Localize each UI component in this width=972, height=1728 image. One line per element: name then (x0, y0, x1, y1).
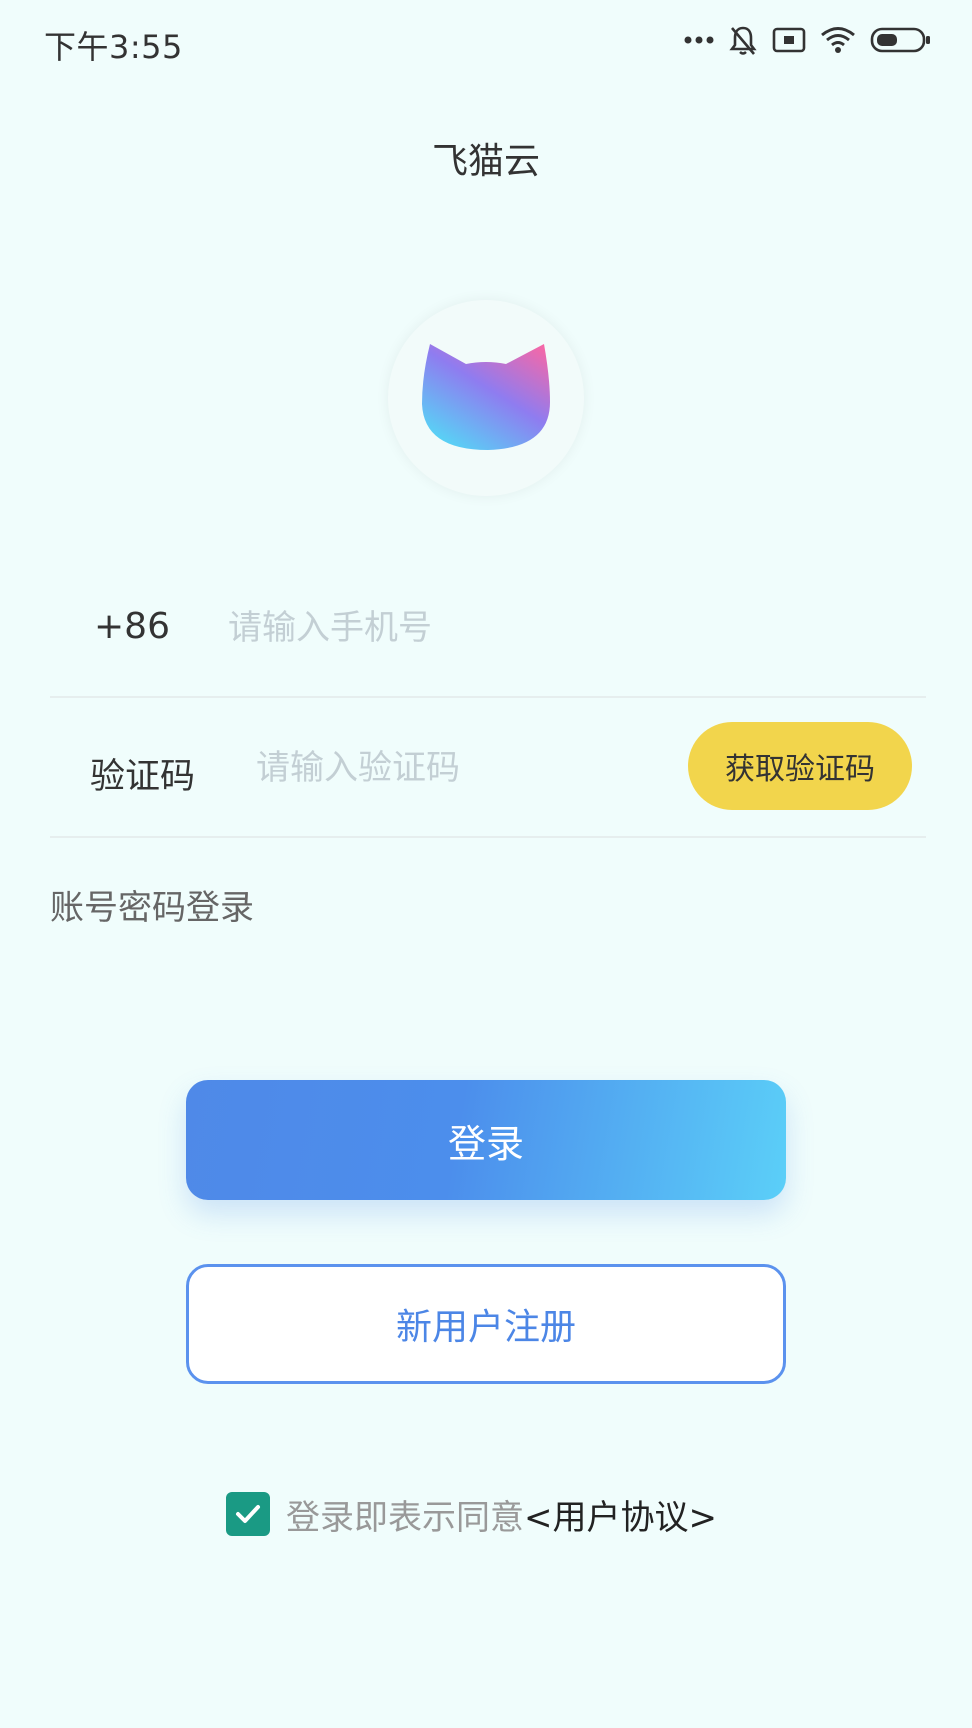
get-code-button[interactable]: 获取验证码 (688, 722, 912, 810)
mute-bell-icon (728, 24, 758, 56)
phone-input[interactable] (228, 598, 828, 658)
agreement-checkbox[interactable] (226, 1492, 270, 1536)
agreement-text: 登录即表示同意 (286, 1497, 524, 1538)
country-code[interactable]: +86 (94, 606, 170, 647)
app-logo (388, 300, 584, 496)
code-field-row: 验证码 获取验证码 (50, 700, 926, 838)
checkmark-icon (236, 1505, 260, 1523)
status-bar: 下午3:55 (0, 0, 972, 90)
password-login-link[interactable]: 账号密码登录 (50, 880, 254, 929)
more-dots-icon (684, 35, 714, 45)
login-button[interactable]: 登录 (186, 1080, 786, 1200)
cat-head-logo (422, 344, 550, 450)
wifi-icon (820, 26, 856, 54)
battery-icon (870, 26, 932, 54)
status-icons (684, 24, 932, 56)
sim-icon (772, 26, 806, 54)
code-label: 验证码 (90, 757, 196, 797)
agreement-row: 登录即表示同意 <用户协议> (226, 1490, 717, 1538)
app-title: 飞猫云 (431, 141, 540, 182)
register-button[interactable]: 新用户注册 (186, 1264, 786, 1384)
status-time: 下午3:55 (44, 28, 183, 66)
user-agreement-link[interactable]: <用户协议> (524, 1490, 717, 1539)
phone-field-row: +86 (50, 560, 926, 698)
verification-code-input[interactable] (256, 738, 696, 798)
